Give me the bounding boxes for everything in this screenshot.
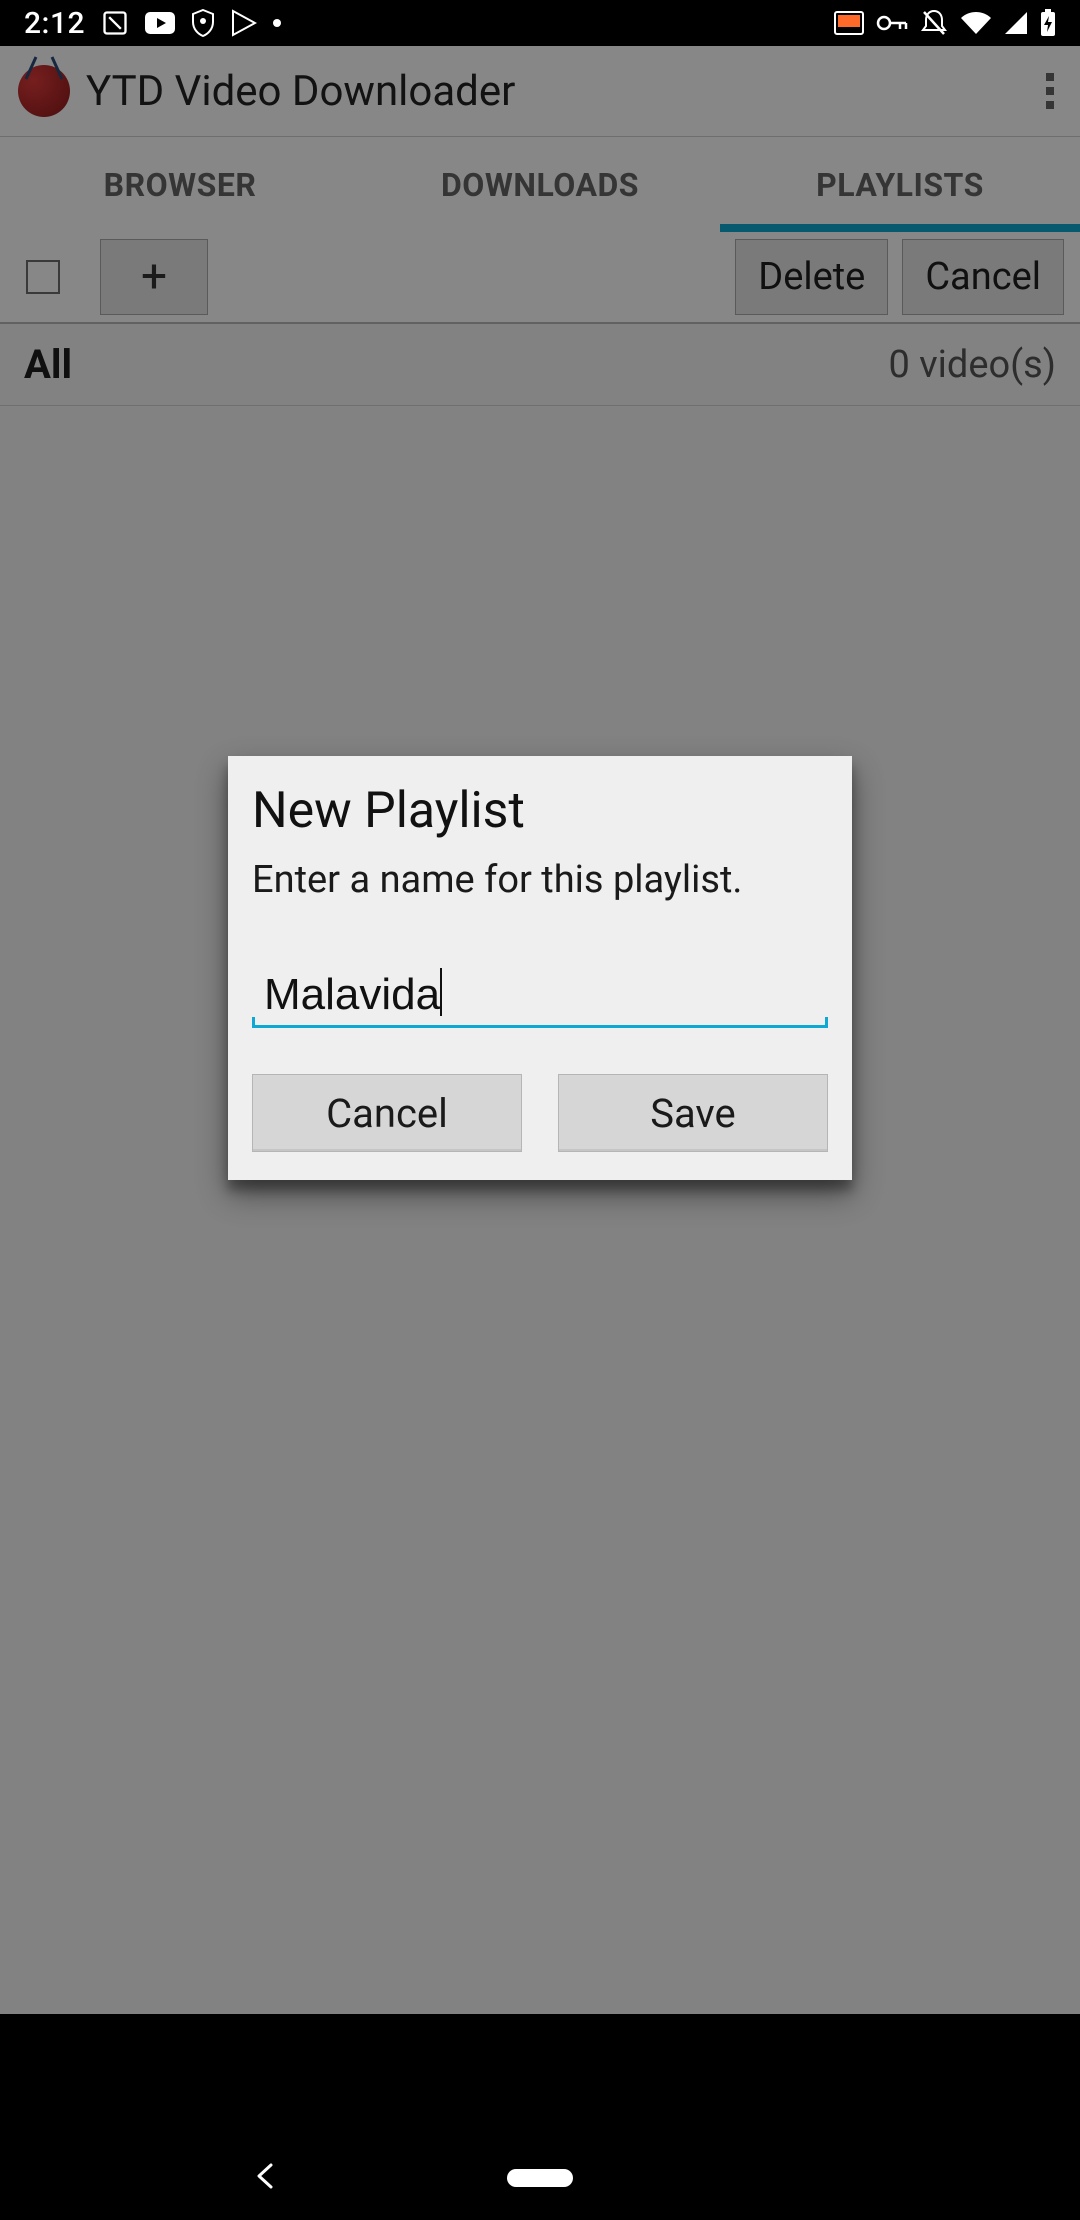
dialog-subtitle: Enter a name for this playlist. bbox=[252, 858, 828, 902]
play-store-icon bbox=[231, 9, 257, 37]
shield-icon bbox=[191, 9, 215, 37]
playlist-name-field[interactable] bbox=[252, 964, 828, 1028]
calendar-blocked-icon bbox=[101, 9, 129, 37]
youtube-icon bbox=[145, 12, 175, 34]
back-icon[interactable] bbox=[252, 2162, 280, 2194]
dnd-off-icon bbox=[920, 8, 948, 38]
wifi-icon bbox=[960, 11, 992, 35]
cell-signal-icon bbox=[1004, 11, 1028, 35]
playlist-name-input[interactable] bbox=[252, 964, 828, 1028]
status-bar: 2:12 bbox=[0, 0, 1080, 46]
dialog-save-button[interactable]: Save bbox=[558, 1074, 828, 1152]
battery-charging-icon bbox=[1040, 9, 1056, 37]
home-pill[interactable] bbox=[507, 2169, 573, 2187]
cast-icon bbox=[834, 11, 864, 35]
new-playlist-dialog: New Playlist Enter a name for this playl… bbox=[228, 756, 852, 1180]
system-nav-bar bbox=[0, 2136, 1080, 2220]
dot-icon bbox=[273, 19, 281, 27]
dialog-title: New Playlist bbox=[252, 782, 828, 840]
key-icon bbox=[876, 14, 908, 32]
dialog-cancel-button[interactable]: Cancel bbox=[252, 1074, 522, 1152]
status-clock: 2:12 bbox=[24, 6, 85, 41]
